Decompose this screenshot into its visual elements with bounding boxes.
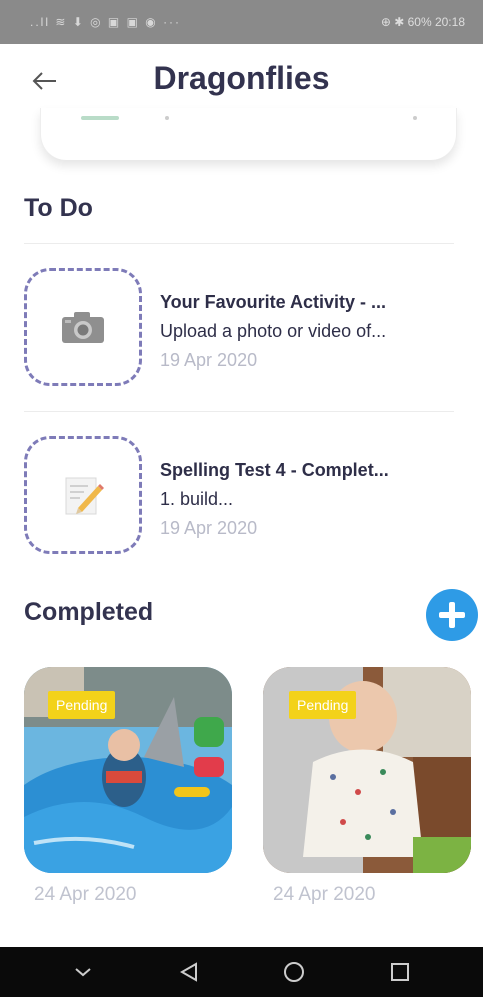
completed-card[interactable]: Pending — [263, 667, 471, 873]
status-badge: Pending — [289, 691, 357, 719]
status-info: ⊕ ✱ 60% 20:18 — [380, 15, 465, 29]
system-nav-bar — [0, 947, 483, 997]
home-button[interactable] — [274, 952, 314, 992]
divider — [24, 411, 454, 412]
chevron-down-icon — [75, 968, 91, 977]
hide-nav-button[interactable] — [63, 952, 103, 992]
completed-date: 24 Apr 2020 — [273, 884, 376, 905]
todo-thumbnail — [24, 436, 142, 554]
status-bar: ..ll ≋ ⬇ ◎ ▣ ▣ ◉ ··· ⊕ ✱ 60% 20:18 — [0, 0, 483, 44]
todo-date: 19 Apr 2020 — [160, 350, 258, 370]
todo-title: Spelling Test 4 - Complet... — [160, 460, 389, 480]
todo-title: Your Favourite Activity - ... — [160, 292, 387, 312]
add-button[interactable] — [426, 589, 478, 641]
header: Dragonflies — [0, 44, 483, 118]
recents-button[interactable] — [380, 952, 420, 992]
page-title: Dragonflies — [153, 60, 330, 96]
circle-home-icon — [284, 962, 305, 982]
status-badge: Pending — [48, 691, 116, 719]
completed-card[interactable]: Pending — [24, 667, 232, 873]
system-back-button[interactable] — [169, 952, 209, 992]
triangle-back-icon — [179, 962, 197, 982]
todo-description: 1. build... — [160, 489, 234, 509]
todo-item[interactable]: Spelling Test 4 - Complet... 1. build...… — [0, 436, 483, 566]
todo-description: Upload a photo or video of... — [160, 321, 387, 341]
pencil-paper-icon — [65, 477, 104, 515]
completed-heading: Completed — [24, 598, 154, 626]
todo-item[interactable]: Your Favourite Activity - ... Upload a p… — [0, 268, 483, 398]
status-icons: ..ll ≋ ⬇ ◎ ▣ ▣ ◉ ··· — [30, 15, 182, 29]
camera-icon — [62, 312, 104, 343]
scrolled-card[interactable] — [40, 108, 457, 160]
todo-thumbnail — [24, 268, 142, 386]
square-recents-icon — [391, 963, 410, 981]
completed-date: 24 Apr 2020 — [34, 884, 137, 905]
plus-icon — [439, 602, 465, 628]
todo-date: 19 Apr 2020 — [160, 518, 258, 538]
divider — [24, 243, 454, 244]
todo-heading: To Do — [24, 194, 93, 222]
